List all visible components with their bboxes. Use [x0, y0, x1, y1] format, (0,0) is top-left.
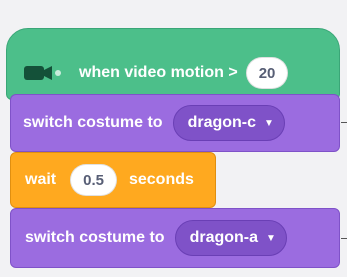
chevron-down-icon: ▼: [264, 117, 274, 129]
wait-label: wait: [25, 171, 57, 188]
switch-costume-block-1[interactable]: switch costume to dragon-c ▼: [10, 94, 340, 152]
costume-dropdown-2-value: dragon-a: [189, 229, 259, 246]
leader-line-2: [341, 238, 347, 239]
script-stack[interactable]: when video motion > 20 switch costume to…: [0, 0, 347, 277]
wait-block[interactable]: wait 0.5 seconds: [10, 152, 216, 208]
switch-costume-label-2: switch costume to: [25, 229, 165, 246]
hat-block-label: when video motion >: [79, 64, 238, 81]
motion-threshold-input[interactable]: 20: [245, 57, 289, 89]
costume-dropdown-1-value: dragon-c: [187, 114, 257, 131]
leader-line-1: [341, 122, 347, 123]
switch-costume-block-2[interactable]: switch costume to dragon-a ▼: [10, 208, 340, 268]
video-camera-icon: [23, 62, 63, 84]
costume-dropdown-1[interactable]: dragon-c ▼: [172, 105, 285, 141]
switch-costume-label-1: switch costume to: [23, 114, 163, 131]
chevron-down-icon: ▼: [266, 232, 276, 244]
seconds-label: seconds: [128, 171, 194, 188]
wait-seconds-input[interactable]: 0.5: [70, 164, 117, 196]
when-video-motion-block[interactable]: when video motion > 20: [6, 28, 340, 100]
costume-dropdown-2[interactable]: dragon-a ▼: [174, 220, 287, 256]
